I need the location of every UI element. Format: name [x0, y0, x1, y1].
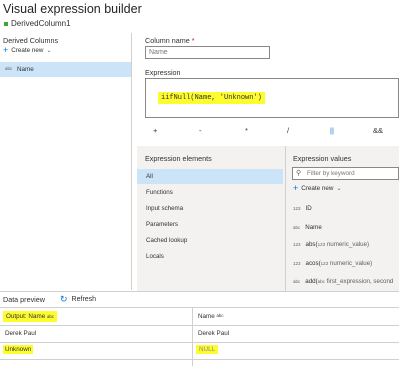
expression-text: iifNull(Name, 'Unknown') [158, 92, 265, 104]
type-123-icon: 123 [293, 261, 301, 266]
column-name-input[interactable] [145, 46, 270, 59]
table-cell: Unknown [3, 345, 34, 354]
status-dot-icon [4, 21, 8, 26]
expression-editor[interactable]: iifNull(Name, 'Unknown') [145, 78, 399, 118]
transform-name-label: DerivedColumn1 [11, 19, 71, 28]
row-divider [0, 359, 399, 360]
type-123-icon: 123 [293, 206, 301, 211]
column-name-label: Column name * [145, 36, 195, 45]
derived-columns-heading: Derived Columns [3, 36, 59, 45]
input-column-label: Name [198, 313, 215, 320]
table-cell: Derek Paul [198, 330, 230, 337]
type-abc-icon: abc [216, 313, 224, 318]
type-123-icon: 123 [320, 261, 329, 266]
output-column-header[interactable]: Output: Name abc [3, 311, 57, 322]
operator-bar: + - * / || && [145, 126, 399, 136]
search-icon: ⚲ [296, 170, 302, 177]
value-item-add[interactable]: abc add(abc first_expression, second [293, 278, 393, 285]
type-abc-icon: abc [293, 279, 301, 284]
create-new-value-label: Create new [301, 184, 334, 192]
chevron-down-icon: ⌄ [46, 47, 52, 54]
plus-icon: + [3, 45, 9, 55]
operator-divide-button[interactable]: / [287, 126, 289, 135]
derived-column-item[interactable]: abc Name [0, 62, 131, 77]
element-category-parameters[interactable]: Parameters [137, 217, 283, 232]
function-name: acos( [305, 260, 321, 267]
type-abc-icon: abc [317, 279, 325, 284]
element-category-functions[interactable]: Functions [137, 185, 283, 200]
output-column-label: Output: Name [6, 313, 46, 320]
value-item-id[interactable]: 123 ID [293, 205, 312, 212]
operator-and-button[interactable]: && [373, 126, 383, 135]
expression-label: Expression [145, 68, 181, 77]
row-divider [0, 325, 399, 326]
function-name: abs( [305, 241, 318, 248]
value-item-label: Name [305, 224, 322, 231]
element-category-all[interactable]: All [137, 169, 283, 184]
operator-or-button[interactable]: || [330, 126, 334, 135]
type-123-icon: 123 [317, 242, 326, 247]
value-item-label: ID [305, 205, 312, 212]
function-args: numeric_value) [329, 260, 373, 267]
refresh-button[interactable]: ↻ Refresh [60, 294, 96, 305]
expression-values-heading: Expression values [293, 154, 352, 163]
function-name: add( [305, 278, 318, 285]
preview-divider [0, 291, 399, 292]
derived-column-item-label: Name [17, 66, 34, 73]
elements-divider [285, 146, 286, 291]
create-new-label: Create new [11, 46, 44, 54]
transform-name: DerivedColumn1 [4, 19, 71, 28]
create-new-column-button[interactable]: + Create new ⌄ [3, 45, 52, 55]
plus-icon: + [293, 183, 299, 193]
create-new-value-button[interactable]: + Create new ⌄ [293, 183, 342, 193]
element-category-cached-lookup[interactable]: Cached lookup [137, 233, 283, 248]
type-abc-icon: abc [293, 225, 301, 230]
table-cell: Derek Paul [5, 330, 37, 337]
value-item-acos[interactable]: 123 acos(123 numeric_value) [293, 260, 372, 267]
column-divider [192, 307, 193, 366]
row-divider [0, 342, 399, 343]
type-abc-icon: abc [46, 314, 54, 319]
function-args: numeric_value) [326, 241, 370, 248]
data-preview-label: Data preview [3, 295, 45, 304]
operator-multiply-button[interactable]: * [245, 126, 248, 135]
column-name-label-text: Column name [145, 36, 190, 45]
refresh-label: Refresh [71, 296, 97, 303]
page-title: Visual expression builder [3, 2, 142, 16]
type-123-icon: 123 [293, 242, 301, 247]
element-category-input-schema[interactable]: Input schema [137, 201, 283, 216]
value-item-abs[interactable]: 123 abs(123 numeric_value) [293, 241, 369, 248]
input-column-header[interactable]: Name abc [198, 313, 223, 320]
type-abc-icon: abc [5, 66, 13, 71]
filter-input[interactable] [305, 168, 398, 179]
chevron-down-icon: ⌄ [336, 185, 342, 192]
required-mark: * [191, 36, 195, 45]
left-divider [131, 33, 132, 290]
table-cell-null: NULL [196, 345, 219, 354]
refresh-icon: ↻ [60, 294, 68, 304]
filter-box[interactable]: ⚲ [292, 167, 399, 180]
function-args: first_expression, second [326, 278, 394, 285]
element-category-locals[interactable]: Locals [137, 249, 283, 264]
operator-minus-button[interactable]: - [199, 126, 202, 135]
value-item-name[interactable]: abc Name [293, 224, 322, 231]
expression-elements-heading: Expression elements [145, 154, 212, 163]
preview-header-top [0, 307, 399, 308]
operator-plus-button[interactable]: + [153, 126, 157, 135]
